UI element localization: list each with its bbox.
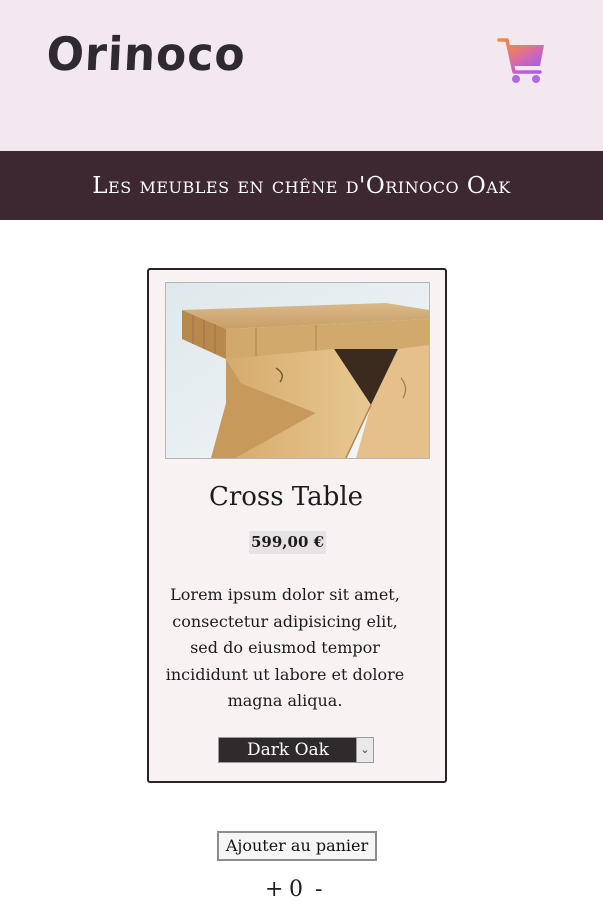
add-to-cart-button[interactable]: Ajouter au panier	[217, 831, 377, 861]
shopping-cart-icon[interactable]	[496, 36, 548, 88]
increment-button[interactable]: +	[265, 874, 283, 906]
varnish-select[interactable]: Dark Oak ⌄	[218, 737, 374, 763]
quantity-stepper: + 0 -	[262, 874, 342, 906]
product-card: Cross Table 599,00 € Lorem ipsum dolor s…	[147, 268, 447, 783]
site-header: Orinoco	[0, 0, 603, 151]
quantity-value: 0	[289, 877, 303, 902]
product-price: 599,00 €	[249, 531, 327, 554]
chevron-down-icon[interactable]: ⌄	[356, 738, 373, 762]
site-logo[interactable]: Orinoco	[45, 28, 247, 82]
product-title: Cross Table	[208, 482, 364, 512]
banner-title: Les meubles en chêne d'Orinoco Oak	[92, 172, 511, 199]
product-image	[165, 282, 430, 459]
varnish-selected-value: Dark Oak	[247, 740, 329, 760]
product-description: Lorem ipsum dolor sit amet, consectetur …	[165, 585, 405, 710]
page-banner: Les meubles en chêne d'Orinoco Oak	[0, 151, 603, 220]
decrement-button[interactable]: -	[315, 874, 322, 906]
